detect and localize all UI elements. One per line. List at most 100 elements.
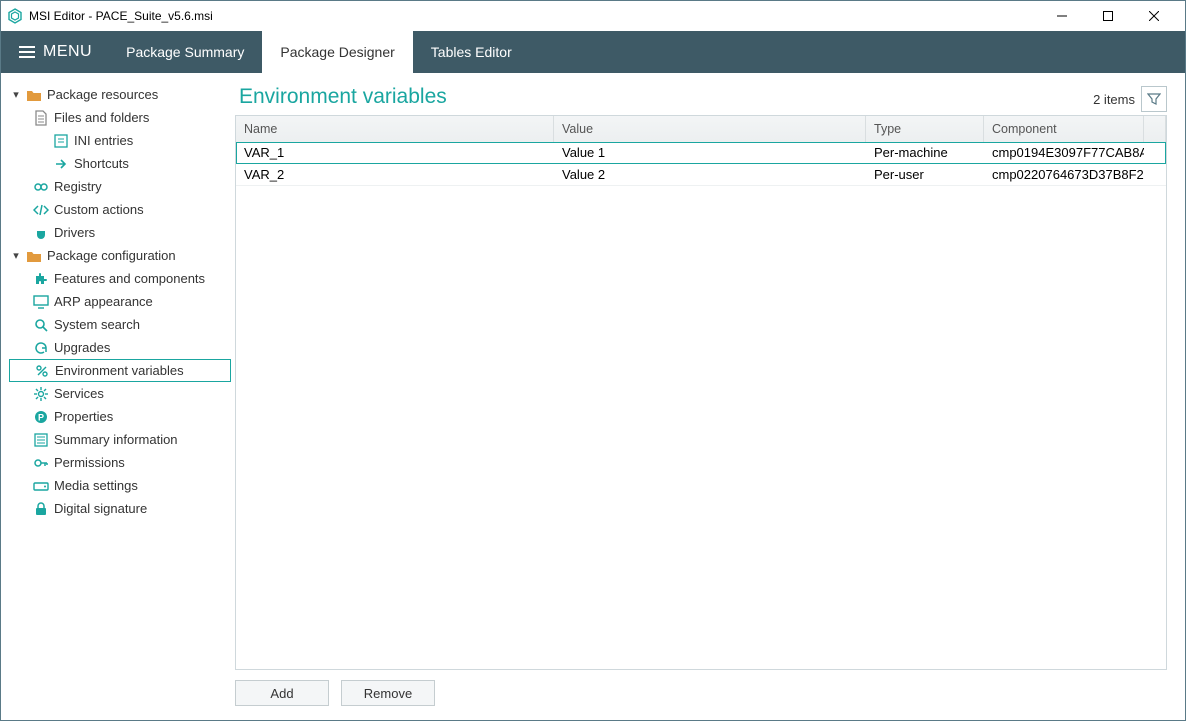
tree-item-files-folders[interactable]: Files and folders <box>9 106 231 129</box>
menu-label: MENU <box>43 43 92 61</box>
tab-tables-editor[interactable]: Tables Editor <box>413 31 530 73</box>
cell-value: Value 1 <box>554 142 866 163</box>
tree-item-summary-information[interactable]: Summary information <box>9 428 231 451</box>
tree-item-drivers[interactable]: Drivers <box>9 221 231 244</box>
tree-label: Digital signature <box>54 501 147 516</box>
svg-text:P: P <box>38 412 44 422</box>
col-header-end <box>1144 116 1166 142</box>
tree-item-digital-signature[interactable]: Digital signature <box>9 497 231 520</box>
tab-package-designer[interactable]: Package Designer <box>262 31 412 73</box>
tree-item-properties[interactable]: P Properties <box>9 405 231 428</box>
items-count: 2 items <box>1093 92 1135 107</box>
tree-item-arp-appearance[interactable]: ARP appearance <box>9 290 231 313</box>
funnel-icon <box>1147 92 1161 106</box>
tab-package-summary[interactable]: Package Summary <box>108 31 262 73</box>
cell-name: VAR_2 <box>236 164 554 185</box>
filter-button[interactable] <box>1141 86 1167 112</box>
tree-label: System search <box>54 317 140 332</box>
tree-item-services[interactable]: Services <box>9 382 231 405</box>
drive-icon <box>33 478 49 494</box>
tree-item-permissions[interactable]: Permissions <box>9 451 231 474</box>
caret-down-icon: ▾ <box>11 249 21 262</box>
tree-label: Custom actions <box>54 202 144 217</box>
titlebar: MSI Editor - PACE_Suite_v5.6.msi <box>1 1 1185 31</box>
table-row[interactable]: VAR_2 Value 2 Per-user cmp0220764673D37B… <box>236 164 1166 186</box>
monitor-icon <box>33 294 49 310</box>
tree-item-environment-variables[interactable]: Environment variables <box>9 359 231 382</box>
tree-group-package-configuration[interactable]: ▾ Package configuration <box>9 244 231 267</box>
tree-item-custom-actions[interactable]: Custom actions <box>9 198 231 221</box>
cell-value: Value 2 <box>554 164 866 185</box>
file-icon <box>33 110 49 126</box>
p-icon: P <box>33 409 49 425</box>
maximize-button[interactable] <box>1085 1 1131 31</box>
tree-item-features-components[interactable]: Features and components <box>9 267 231 290</box>
cell-component: cmp0220764673D37B8F22 <box>984 164 1144 185</box>
puzzle-icon <box>33 271 49 287</box>
tree-item-upgrades[interactable]: Upgrades <box>9 336 231 359</box>
folder-icon <box>26 87 42 103</box>
tree-item-media-settings[interactable]: Media settings <box>9 474 231 497</box>
table-row[interactable]: VAR_1 Value 1 Per-machine cmp0194E3097F7… <box>236 142 1166 164</box>
tree-item-shortcuts[interactable]: Shortcuts <box>9 152 231 175</box>
cell-type: Per-user <box>866 164 984 185</box>
tree-label: Files and folders <box>54 110 149 125</box>
registry-icon <box>33 179 49 195</box>
tree-label: Package configuration <box>47 248 176 263</box>
page-title: Environment variables <box>235 83 447 115</box>
grid-header: Name Value Type Component <box>236 116 1166 142</box>
app-icon <box>7 8 23 24</box>
tree-label: Environment variables <box>55 363 184 378</box>
plug-icon <box>33 225 49 241</box>
tree-label: ARP appearance <box>54 294 153 309</box>
refresh-icon <box>33 340 49 356</box>
tree-label: Upgrades <box>54 340 110 355</box>
grid-body: VAR_1 Value 1 Per-machine cmp0194E3097F7… <box>236 142 1166 669</box>
menubar: MENU Package Summary Package Designer Ta… <box>1 31 1185 73</box>
remove-button[interactable]: Remove <box>341 680 435 706</box>
cell-component: cmp0194E3097F77CAB8A <box>984 142 1144 163</box>
tree-label: Media settings <box>54 478 138 493</box>
main-panel: Environment variables 2 items Name Value… <box>235 73 1185 720</box>
tree-group-package-resources[interactable]: ▾ Package resources <box>9 83 231 106</box>
close-button[interactable] <box>1131 1 1177 31</box>
key-icon <box>33 455 49 471</box>
code-icon <box>33 202 49 218</box>
tree-label: Summary information <box>54 432 178 447</box>
title-row: Environment variables 2 items <box>235 83 1167 115</box>
app-window: MSI Editor - PACE_Suite_v5.6.msi MENU Pa… <box>0 0 1186 721</box>
cell-type: Per-machine <box>866 142 984 163</box>
tree-item-registry[interactable]: Registry <box>9 175 231 198</box>
col-header-name[interactable]: Name <box>236 116 554 142</box>
tree-label: Permissions <box>54 455 125 470</box>
tree-item-system-search[interactable]: System search <box>9 313 231 336</box>
menu-button[interactable]: MENU <box>1 31 108 73</box>
ini-icon <box>53 133 69 149</box>
tree-label: Drivers <box>54 225 95 240</box>
shortcut-icon <box>53 156 69 172</box>
col-header-value[interactable]: Value <box>554 116 866 142</box>
list-icon <box>33 432 49 448</box>
window-title: MSI Editor - PACE_Suite_v5.6.msi <box>29 9 213 23</box>
lock-icon <box>33 501 49 517</box>
tree-label: Package resources <box>47 87 158 102</box>
hamburger-icon <box>19 46 35 58</box>
search-icon <box>33 317 49 333</box>
folder-icon <box>26 248 42 264</box>
minimize-button[interactable] <box>1039 1 1085 31</box>
tree-label: Registry <box>54 179 102 194</box>
col-header-component[interactable]: Component <box>984 116 1144 142</box>
tree-label: INI entries <box>74 133 133 148</box>
tree-label: Properties <box>54 409 113 424</box>
add-button[interactable]: Add <box>235 680 329 706</box>
variables-grid: Name Value Type Component VAR_1 Value 1 … <box>235 115 1167 670</box>
gear-icon <box>33 386 49 402</box>
cell-name: VAR_1 <box>236 142 554 163</box>
tree-item-ini-entries[interactable]: INI entries <box>9 129 231 152</box>
caret-down-icon: ▾ <box>11 88 21 101</box>
nav-tree: ▾ Package resources Files and folders IN… <box>1 73 235 720</box>
body: ▾ Package resources Files and folders IN… <box>1 73 1185 720</box>
tree-label: Features and components <box>54 271 205 286</box>
percent-icon <box>34 363 50 379</box>
col-header-type[interactable]: Type <box>866 116 984 142</box>
